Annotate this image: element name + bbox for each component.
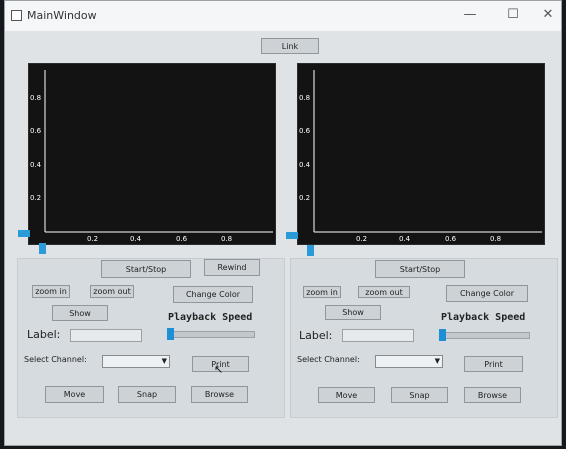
ytick-label: 0.4: [299, 161, 311, 169]
ytick-label: 0.2: [299, 194, 311, 202]
xtick-label: 0.6: [176, 235, 188, 243]
xtick-label: 0.2: [356, 235, 368, 243]
plot-left-y-handle[interactable]: [18, 230, 30, 237]
select-channel-label: Select Channel:: [297, 355, 360, 364]
change-color-button[interactable]: Change Color: [446, 285, 528, 302]
window-title: MainWindow: [27, 9, 97, 22]
plot-right-axes: [313, 70, 542, 233]
ytick-label: 0.4: [30, 161, 42, 169]
main-window: MainWindow — ☐ ✕ Link 0.8 0.6 0.4 0.2 0.…: [4, 0, 562, 446]
zoom-out-button[interactable]: zoom out: [358, 286, 410, 298]
ytick-label: 0.6: [30, 127, 42, 135]
plot-left-axes: [44, 70, 273, 233]
xtick-label: 0.2: [87, 235, 99, 243]
xtick-label: 0.6: [445, 235, 457, 243]
zoom-in-button[interactable]: zoom in: [32, 285, 70, 298]
mouse-pointer-icon: ↖: [214, 363, 224, 376]
label-label: Label:: [27, 328, 61, 341]
playback-speed-label: Playback Speed: [168, 312, 253, 323]
ytick-label: 0.8: [299, 94, 311, 102]
change-color-button[interactable]: Change Color: [173, 286, 253, 303]
close-button[interactable]: ✕: [533, 5, 563, 25]
start-stop-button[interactable]: Start/Stop: [375, 260, 465, 278]
control-panel-right: Start/Stop zoom in zoom out Change Color…: [290, 258, 558, 418]
start-stop-button[interactable]: Start/Stop: [101, 260, 191, 278]
ytick-label: 0.2: [30, 194, 42, 202]
ytick-label: 0.8: [30, 94, 42, 102]
move-button[interactable]: Move: [45, 386, 104, 403]
chevron-down-icon: ▼: [161, 357, 167, 365]
channel-select[interactable]: ▼: [102, 355, 170, 368]
plot-right-y-handle[interactable]: [286, 232, 298, 239]
browse-button[interactable]: Browse: [191, 386, 248, 403]
link-button[interactable]: Link: [261, 38, 319, 54]
label-label: Label:: [299, 329, 333, 342]
maximize-button[interactable]: ☐: [498, 5, 528, 25]
plot-right: 0.8 0.6 0.4 0.2 0.2 0.4 0.6 0.8: [297, 63, 545, 245]
print-button[interactable]: Print: [464, 356, 523, 372]
label-input[interactable]: [70, 329, 142, 342]
snap-button[interactable]: Snap: [391, 387, 448, 403]
select-channel-label: Select Channel:: [24, 355, 87, 364]
playback-speed-slider[interactable]: [168, 331, 255, 338]
app-icon: [11, 10, 22, 21]
plot-left-x-handle[interactable]: [39, 243, 46, 254]
playback-speed-label: Playback Speed: [441, 312, 526, 323]
chevron-down-icon: ▼: [434, 357, 440, 365]
channel-select[interactable]: ▼: [375, 355, 443, 368]
minimize-button[interactable]: —: [455, 5, 485, 25]
xtick-label: 0.4: [130, 235, 142, 243]
zoom-in-button[interactable]: zoom in: [303, 286, 341, 298]
ytick-label: 0.6: [299, 127, 311, 135]
playback-speed-slider[interactable]: [441, 332, 530, 339]
control-panel-left: Start/Stop Rewind zoom in zoom out Chang…: [17, 258, 285, 418]
xtick-label: 0.8: [490, 235, 502, 243]
browse-button[interactable]: Browse: [464, 387, 521, 403]
zoom-out-button[interactable]: zoom out: [90, 285, 134, 298]
xtick-label: 0.8: [221, 235, 233, 243]
move-button[interactable]: Move: [318, 387, 375, 403]
show-button[interactable]: Show: [325, 305, 381, 320]
snap-button[interactable]: Snap: [118, 386, 176, 403]
rewind-button[interactable]: Rewind: [204, 259, 260, 276]
show-button[interactable]: Show: [52, 305, 108, 321]
plot-right-x-handle[interactable]: [307, 245, 314, 256]
title-bar: MainWindow — ☐ ✕: [5, 1, 561, 31]
xtick-label: 0.4: [399, 235, 411, 243]
playback-speed-slider-handle[interactable]: [167, 328, 174, 340]
plot-left: 0.8 0.6 0.4 0.2 0.2 0.4 0.6 0.8: [28, 63, 276, 245]
playback-speed-slider-handle[interactable]: [439, 329, 446, 341]
label-input[interactable]: [342, 329, 414, 342]
